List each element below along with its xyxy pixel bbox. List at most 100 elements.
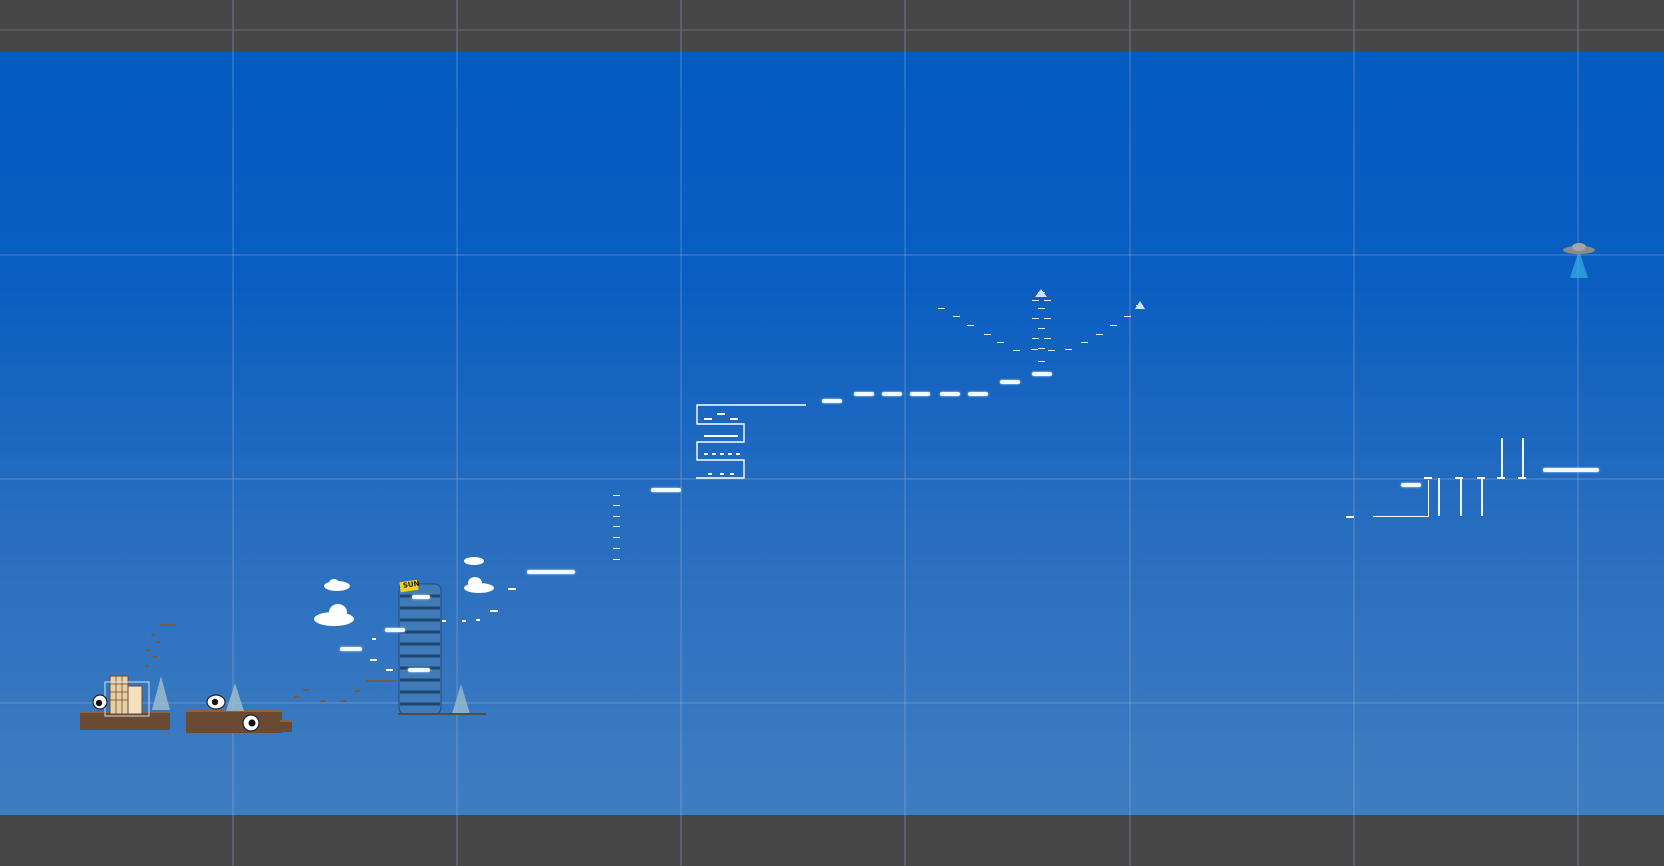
column-step[interactable] (1044, 318, 1051, 319)
cloud-platform[interactable] (408, 668, 430, 672)
cloud-platform[interactable] (940, 392, 960, 396)
step-platform[interactable] (340, 700, 346, 702)
cloud-platform[interactable] (882, 392, 902, 396)
pillar[interactable] (1438, 478, 1440, 516)
spotlight-cone-icon (152, 676, 170, 710)
pillar[interactable] (1522, 438, 1524, 478)
v-step[interactable] (967, 325, 974, 326)
column-step[interactable] (1032, 338, 1039, 339)
step-platform[interactable] (153, 656, 157, 658)
brick-ground[interactable] (186, 710, 282, 733)
goal-platform[interactable] (1543, 468, 1599, 472)
v-step[interactable] (1031, 349, 1038, 350)
pillar-cap[interactable] (1477, 477, 1485, 479)
pillar-cap[interactable] (1518, 477, 1526, 479)
pillar[interactable] (1481, 478, 1483, 516)
pillar-cap[interactable] (1455, 477, 1463, 479)
cloud-platform[interactable] (968, 392, 988, 396)
cloud-platform[interactable] (854, 392, 874, 396)
step-platform[interactable] (294, 696, 300, 698)
column-step[interactable] (1044, 338, 1051, 339)
pickup-icon[interactable] (1035, 289, 1047, 297)
v-step[interactable] (938, 308, 945, 309)
tower-base-platform[interactable] (398, 713, 486, 715)
ladder-step[interactable] (613, 495, 620, 496)
tiny-platform[interactable] (1346, 516, 1354, 518)
step-platform[interactable] (303, 689, 309, 691)
zigzag-maze[interactable] (694, 402, 810, 482)
column-step[interactable] (1032, 318, 1039, 319)
step-platform[interactable] (145, 665, 149, 667)
spotlight-cone-icon (452, 684, 470, 714)
column-step[interactable] (1038, 361, 1045, 362)
cloud-platform[interactable] (1000, 380, 1020, 384)
eye-enemy-icon[interactable] (92, 694, 108, 710)
tower-sign-text: SUN (402, 579, 420, 590)
eye-enemy-icon[interactable] (242, 714, 260, 732)
small-platform[interactable] (462, 620, 466, 622)
v-step[interactable] (1065, 349, 1072, 350)
pickup-icon[interactable] (1135, 301, 1145, 309)
cloud-sprite (314, 604, 354, 626)
column-step[interactable] (1038, 308, 1045, 309)
small-platform[interactable] (386, 669, 393, 671)
small-platform[interactable] (442, 620, 446, 622)
step-platform[interactable] (160, 624, 176, 626)
cloud-platform[interactable] (1032, 372, 1052, 376)
column-step[interactable] (1044, 300, 1051, 301)
v-step[interactable] (1013, 350, 1020, 351)
v-step[interactable] (1124, 316, 1131, 317)
v-step[interactable] (1048, 350, 1055, 351)
column-step[interactable] (1038, 348, 1045, 349)
v-step[interactable] (1096, 334, 1103, 335)
ufo-goal-icon[interactable] (1560, 240, 1598, 280)
cloud-platform[interactable] (651, 488, 681, 492)
pillar-cap[interactable] (1424, 477, 1432, 479)
ladder-step[interactable] (613, 526, 620, 527)
pillar[interactable] (1460, 478, 1462, 516)
scene-viewport[interactable]: SUN (0, 0, 1664, 866)
eye-enemy-icon[interactable] (206, 694, 226, 710)
ladder-step[interactable] (613, 559, 620, 560)
pillar-cap[interactable] (1497, 477, 1505, 479)
v-step[interactable] (997, 342, 1004, 343)
v-step[interactable] (1110, 325, 1117, 326)
cloud-platform[interactable] (1401, 483, 1421, 487)
cloud-platform[interactable] (412, 595, 430, 599)
ladder-step[interactable] (613, 505, 620, 506)
cloud-sprite (464, 577, 494, 593)
step-platform[interactable] (320, 700, 326, 702)
v-step[interactable] (984, 334, 991, 335)
start-buildings (104, 675, 150, 717)
step-platform[interactable] (151, 634, 155, 636)
column-step[interactable] (1038, 328, 1045, 329)
small-platform[interactable] (370, 659, 377, 661)
ladder-step[interactable] (613, 548, 620, 549)
small-platform[interactable] (490, 610, 498, 612)
step-platform[interactable] (354, 690, 360, 692)
floor-line-end (1428, 480, 1429, 517)
brick-ground[interactable] (280, 720, 292, 732)
cloud-platform[interactable] (822, 399, 842, 403)
column-step[interactable] (1032, 300, 1039, 301)
ladder-step[interactable] (613, 537, 620, 538)
cloud-platform[interactable] (385, 628, 405, 632)
small-platform[interactable] (372, 638, 376, 640)
v-step[interactable] (1081, 342, 1088, 343)
small-platform[interactable] (476, 619, 480, 621)
pillar[interactable] (1501, 438, 1503, 478)
step-platform[interactable] (366, 680, 396, 682)
step-platform[interactable] (156, 641, 160, 643)
level-scene: SUN (0, 0, 1664, 866)
ladder-step[interactable] (613, 516, 620, 517)
cloud-platform[interactable] (910, 392, 930, 396)
cloud-sprite (464, 557, 484, 565)
step-platform[interactable] (146, 649, 150, 651)
cloud-sprite (324, 579, 350, 591)
cloud-platform[interactable] (527, 570, 575, 574)
floor-line[interactable] (1373, 516, 1429, 517)
small-platform[interactable] (508, 588, 516, 590)
v-step[interactable] (953, 316, 960, 317)
cloud-platform[interactable] (340, 647, 362, 651)
glass-tower (398, 583, 442, 715)
